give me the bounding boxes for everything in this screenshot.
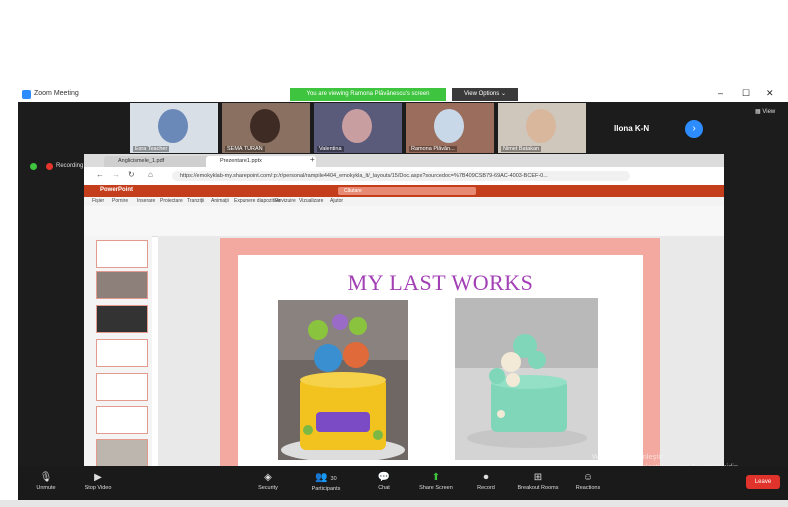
participant-name: Nimet Batakan (501, 146, 542, 152)
participant-tile[interactable]: Nimet Batakan (498, 103, 586, 153)
slide-thumbnail[interactable] (96, 271, 148, 299)
cake-photo-2 (455, 298, 598, 460)
stop-video-label: Stop Video (84, 485, 112, 491)
participant-tile[interactable]: Ramona Plăvăn... (406, 103, 494, 153)
view-options-button[interactable]: View Options ⌄ (452, 88, 518, 101)
windows-taskbar (0, 500, 788, 507)
search-input[interactable]: Căutare (338, 187, 476, 195)
slide-thumbnail[interactable] (96, 406, 148, 434)
minimize-icon[interactable]: – (718, 88, 723, 98)
breakout-rooms-label: Breakout Rooms (517, 485, 559, 491)
participant-video (434, 109, 464, 143)
home-icon[interactable]: ⌂ (148, 170, 153, 179)
participants-icon: 👥 30 (315, 472, 337, 483)
security-button[interactable]: ◈ Security (238, 471, 298, 491)
participant-video (342, 109, 372, 143)
maximize-icon[interactable]: ☐ (742, 88, 750, 99)
browser-tab-pptx[interactable]: Prezentare1.pptx (206, 156, 316, 167)
window-title: Zoom Meeting (34, 90, 79, 97)
participant-video (526, 109, 556, 143)
participant-name: Ramona Plăvăn... (409, 146, 457, 152)
chat-label: Chat (378, 485, 390, 491)
back-icon[interactable]: ← (96, 170, 104, 179)
viewing-banner: You are viewing Ramona Plăvănescu's scre… (290, 88, 446, 101)
unmute-button[interactable]: 🎙 Unmute (16, 471, 76, 491)
ribbon-tab[interactable]: Fișier (92, 198, 104, 204)
slide-thumbnail[interactable] (96, 305, 148, 333)
smile-icon: ☺ (582, 472, 594, 483)
stop-video-button[interactable]: ▶ Stop Video (68, 471, 128, 491)
ribbon-tab[interactable]: Tranziții (187, 198, 204, 204)
participant-video (250, 109, 280, 143)
ribbon-tab[interactable]: Animații (211, 198, 229, 204)
slide-thumbnail[interactable] (96, 439, 148, 467)
participants-count: 30 (330, 476, 337, 482)
unmute-label: Unmute (36, 485, 56, 491)
record-button[interactable]: ⏺ Record (456, 471, 516, 491)
recording-icon (46, 163, 53, 170)
view-label: View (762, 109, 776, 115)
zoom-logo-icon (22, 90, 31, 99)
reload-icon[interactable]: ↻ (128, 170, 135, 179)
new-tab-icon[interactable]: + (310, 155, 315, 164)
share-screen-label: Share Screen (419, 485, 453, 491)
participant-video (158, 109, 188, 143)
chat-icon: 💬 (377, 472, 391, 483)
slide-thumbnail[interactable] (96, 373, 148, 401)
video-camera-icon: ▶ (94, 472, 102, 483)
slide-thumbnail[interactable] (96, 339, 148, 367)
participant-name: Ilona K-N (614, 124, 650, 133)
slide-title: MY LAST WORKS (347, 270, 534, 295)
participant-tile[interactable]: Esra Teacher (130, 103, 218, 153)
leave-button[interactable]: Leave (746, 475, 780, 489)
shield-icon: ◈ (264, 472, 272, 483)
status-indicator-icon (30, 163, 37, 170)
cake-photo-1 (278, 300, 408, 460)
participants-label: Participants (311, 486, 341, 492)
participant-tile[interactable]: Valentina (314, 103, 402, 153)
forward-icon[interactable]: → (112, 170, 120, 179)
ribbon-tab[interactable]: Vizualizare (299, 198, 323, 204)
browser-tab-pdf[interactable]: Anglicismele_1.pdf (104, 156, 212, 167)
participant-tile[interactable]: SEMA TURAN (222, 103, 310, 153)
ribbon-toolbar (84, 206, 724, 237)
ribbon-tab[interactable]: Revizuire (275, 198, 296, 204)
ribbon-tab[interactable]: Pornire (112, 198, 128, 204)
record-icon: ⏺ (483, 472, 489, 483)
participant-name: Esra Teacher (133, 146, 170, 152)
participant-name: Valentina (317, 146, 344, 152)
ribbon-tab[interactable]: Proiectare (160, 198, 183, 204)
record-label: Record (477, 485, 495, 491)
reactions-button[interactable]: ☺ Reactions (558, 471, 618, 491)
slide-thumbnail[interactable] (96, 240, 148, 268)
security-label: Security (258, 485, 278, 491)
participants-button[interactable]: 👥 30 Participants (296, 471, 356, 492)
address-input[interactable]: https://emokyklab-my.sharepoint.com/:p:/… (172, 171, 630, 181)
participant-name: SEMA TURAN (225, 146, 265, 152)
ribbon-tab[interactable]: Expunere diapozitive (234, 198, 280, 204)
recording-label: Recording (56, 163, 84, 169)
app-name: PowerPoint (100, 187, 134, 193)
watermark-line: Windows'u Etkinleştir (592, 452, 663, 461)
view-button[interactable]: ▦ View (755, 108, 775, 115)
reactions-label: Reactions (575, 485, 601, 491)
ribbon-tab[interactable]: Ajutor (330, 198, 343, 204)
chevron-right-icon[interactable]: › (685, 120, 703, 138)
microphone-muted-icon: 🎙 (39, 472, 53, 483)
chat-button[interactable]: 💬 Chat (354, 471, 414, 491)
ribbon-tab[interactable]: Inserare (137, 198, 155, 204)
close-icon[interactable]: ✕ (766, 88, 774, 99)
